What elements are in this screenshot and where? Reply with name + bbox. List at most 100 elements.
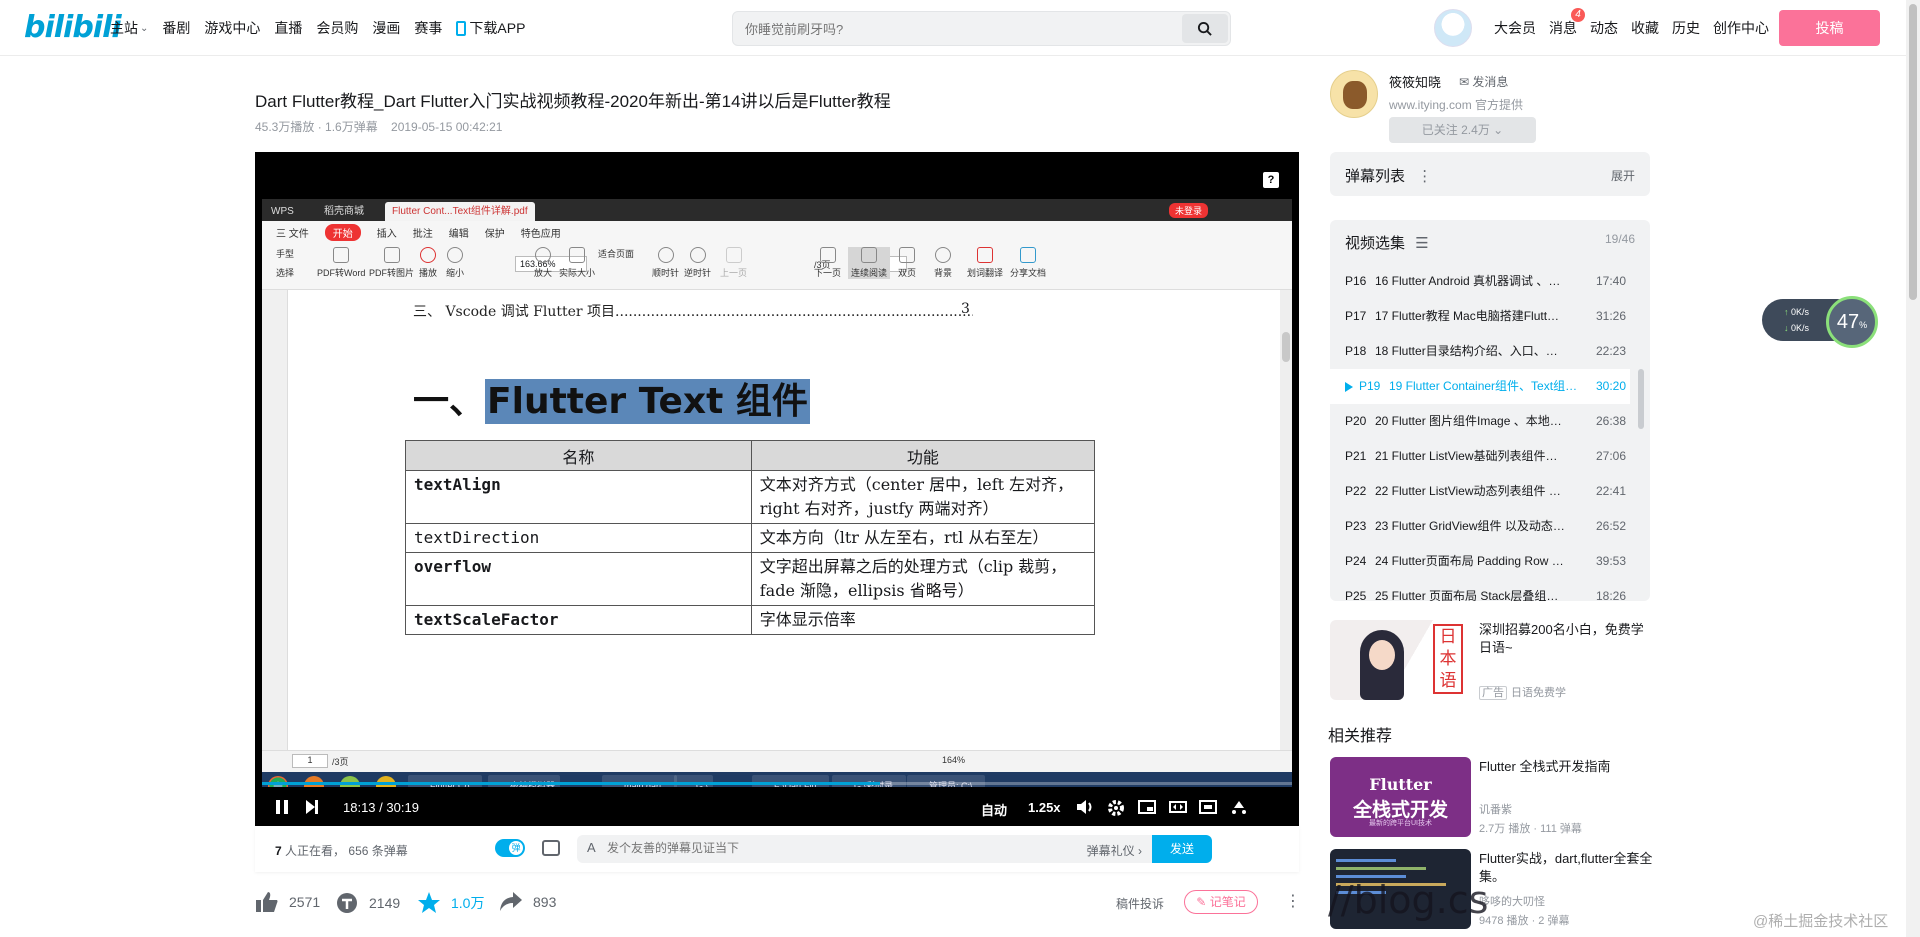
nav-dynamic[interactable]: 动态 — [1590, 18, 1618, 38]
nav-esports[interactable]: 赛事 — [414, 18, 442, 38]
nav-main-site[interactable]: 主站 — [110, 18, 138, 38]
video-progress-bar[interactable] — [262, 782, 1292, 785]
playlist-item[interactable]: P18 18 Flutter目录结构介绍、入口、自定义Widget 22:23 — [1330, 334, 1630, 369]
danmaku-settings-icon[interactable] — [542, 840, 560, 856]
nav-game-center[interactable]: 游戏中心 — [204, 18, 260, 38]
danmaku-input[interactable] — [607, 841, 987, 855]
danmaku-list-panel: 弹幕列表 ⋮ 展开 — [1330, 152, 1650, 196]
nav-bangumi[interactable]: 番剧 — [162, 18, 190, 38]
nav-member-shop[interactable]: 会员购 — [316, 18, 358, 38]
video-player[interactable]: ? WPS 稻壳商城 Flutter Cont...Text组件详解.pdf 未… — [255, 152, 1299, 826]
pause-button[interactable] — [275, 799, 289, 818]
playlist-item-duration: 26:38 — [1595, 414, 1626, 428]
favorite-button[interactable]: 1.0万 — [417, 891, 484, 915]
help-icon[interactable]: ? — [1263, 172, 1279, 188]
chevron-down-icon[interactable]: ⌄ — [140, 23, 148, 34]
playlist-item[interactable]: P17 17 Flutter教程 Mac电脑搭建Flutter Ios环境 31:2… — [1330, 299, 1630, 334]
thumb-line-1: Flutter — [1369, 775, 1432, 794]
danmaku-etiquette-link[interactable]: 弹幕礼仪 › — [1087, 842, 1142, 859]
note-button[interactable]: ✎ 记笔记 — [1184, 890, 1258, 914]
ad-title[interactable]: 深圳招募200名小白，免费学日语~ — [1479, 621, 1654, 657]
download-speed: ↓ 0K/s — [1784, 323, 1810, 333]
playlist-scrollbar[interactable] — [1636, 264, 1646, 594]
page-scrollbar[interactable] — [1906, 0, 1920, 937]
share-button[interactable]: 893 — [499, 891, 556, 913]
related-thumbnail-1[interactable]: Flutter 全栈式开发 最新的跨平台UI技术 — [1330, 757, 1471, 837]
web-fullscreen-icon — [1199, 800, 1217, 814]
uploader-avatar[interactable] — [1330, 70, 1378, 118]
pdf-document: 三、 Vscode 调试 Flutter 项目.................… — [289, 290, 1095, 750]
upload-button[interactable]: 投稿 — [1779, 10, 1880, 46]
search-input[interactable] — [745, 19, 1165, 39]
ribbon-rotate-ccw: 逆时针 — [684, 247, 711, 279]
related-up-1[interactable]: 讥番紫 — [1479, 801, 1512, 817]
bilibili-logo[interactable]: bilibili — [24, 10, 122, 45]
juejin-watermark: @稀土掘金技术社区 — [1753, 913, 1889, 930]
send-message-link[interactable]: ✉ 发消息 — [1459, 73, 1508, 90]
follow-button[interactable]: 已关注 2.4万 ⌄ — [1389, 117, 1536, 143]
search-button[interactable] — [1182, 14, 1228, 43]
ribbon-pdf-word: PDF转Word — [317, 247, 365, 279]
nav-vip[interactable]: 大会员 — [1494, 18, 1536, 38]
playlist-item[interactable]: P25 25 Flutter 页面布局 Stack层叠组件 Stack与Align… — [1330, 579, 1630, 601]
related-title-2[interactable]: Flutter实战，dart,flutter全套全集。 — [1479, 850, 1654, 886]
nav-live[interactable]: 直播 — [274, 18, 302, 38]
uploader-name[interactable]: 筱筱知晓 — [1389, 72, 1441, 91]
playlist-item-duration: 17:40 — [1595, 274, 1626, 288]
nav-manga[interactable]: 漫画 — [372, 18, 400, 38]
playlist-item-duration: 22:41 — [1595, 484, 1626, 498]
playlist-item[interactable]: P16 16 Flutter Android 真机器调试 、虚拟机调试 17:40 — [1330, 264, 1630, 299]
playlist-item-title: 22 Flutter ListView动态列表组件 以及循环动态数据 — [1375, 484, 1565, 498]
playlist-item[interactable]: P20 20 Flutter 图片组件Image 、本地图片远程图片 26:38 — [1330, 404, 1630, 439]
playlist-item[interactable]: P19 19 Flutter Container组件、Text组件详解 30:20 — [1330, 369, 1630, 404]
playlist-item-title: 19 Flutter Container组件、Text组件详解 — [1389, 379, 1579, 393]
volume-button[interactable] — [1076, 799, 1094, 818]
doc-heading: 一、Flutter Text 组件 — [413, 372, 810, 424]
danmaku-count: 656 条弹幕 — [348, 844, 408, 858]
video-meta: 45.3万播放 · 1.6万弹幕 2019-05-15 00:42:21 — [255, 120, 503, 134]
playlist-item[interactable]: P21 21 Flutter ListView基础列表组件、水平列表 27:06 — [1330, 439, 1630, 474]
nav-messages[interactable]: 消息 4 — [1549, 8, 1585, 38]
toc-page-number: 3 — [961, 301, 970, 317]
nav-creator-center[interactable]: 创作中心 — [1713, 18, 1769, 38]
fullscreen-button[interactable] — [1230, 799, 1248, 818]
more-icon[interactable]: ⋮ — [1417, 168, 1432, 185]
network-speed-widget[interactable]: ↑ 0K/s ↓ 0K/s 47% — [1762, 296, 1881, 348]
playlist-item[interactable]: P22 22 Flutter ListView动态列表组件 以及循环动态数据 22:… — [1330, 474, 1630, 509]
ribbon-pdf-image: PDF转图片 — [369, 247, 414, 279]
quality-button[interactable]: 自动 — [981, 800, 1007, 819]
pip-button[interactable] — [1138, 799, 1156, 818]
report-link[interactable]: 稿件投诉 — [1116, 895, 1164, 912]
nav-favorites[interactable]: 收藏 — [1631, 18, 1659, 38]
ad-thumbnail[interactable]: 日本语 — [1330, 620, 1471, 700]
list-icon[interactable]: ☰ — [1415, 235, 1428, 252]
playlist-title-label: 视频选集 — [1345, 235, 1406, 252]
related-title-1[interactable]: Flutter 全栈式开发指南 — [1479, 758, 1654, 776]
like-button[interactable]: 2571 — [255, 891, 320, 913]
wps-tab: WPS — [271, 206, 294, 217]
time-display: 18:13 / 30:19 — [343, 800, 419, 815]
next-button[interactable] — [305, 799, 319, 818]
speed-button[interactable]: 1.25x — [1028, 800, 1061, 815]
danmaku-toggle[interactable] — [495, 839, 525, 857]
menu-file: 三 文件 — [276, 229, 309, 240]
prop-description: 文本方向（ltr 从左至右，rtl 从右至左） — [750, 523, 1095, 553]
user-avatar[interactable] — [1434, 9, 1472, 47]
nav-download-app[interactable]: 下载APP — [456, 18, 525, 38]
more-options-icon[interactable]: ⋮ — [1285, 891, 1301, 911]
danmaku-list-expand[interactable]: 展开 — [1611, 167, 1635, 184]
playlist-item[interactable]: P24 24 Flutter页面布局 Padding Row Column Exp… — [1330, 544, 1630, 579]
send-danmaku-button[interactable]: 发送 — [1152, 835, 1212, 863]
playlist-item[interactable]: P23 23 Flutter GridView组件 以及动态GridView 26:… — [1330, 509, 1630, 544]
coin-button[interactable]: 2149 — [335, 891, 400, 915]
related-heading: 相关推荐 — [1328, 728, 1393, 745]
web-fullscreen-button[interactable] — [1199, 799, 1217, 818]
playlist-item-title: 25 Flutter 页面布局 Stack层叠组件 Stack与Align — [1375, 589, 1565, 601]
settings-button[interactable] — [1107, 799, 1125, 820]
related-up-2[interactable]: 哆哆的大叨怪 — [1479, 893, 1545, 909]
nav-history[interactable]: 历史 — [1672, 18, 1700, 38]
font-style-icon[interactable]: A — [587, 840, 596, 855]
widescreen-button[interactable] — [1169, 799, 1187, 818]
danmaku-input-box: A 弹幕礼仪 › — [577, 835, 1152, 863]
wps-menubar: 三 文件 开始 插入 批注 编辑 保护 特色应用 — [262, 221, 1292, 244]
